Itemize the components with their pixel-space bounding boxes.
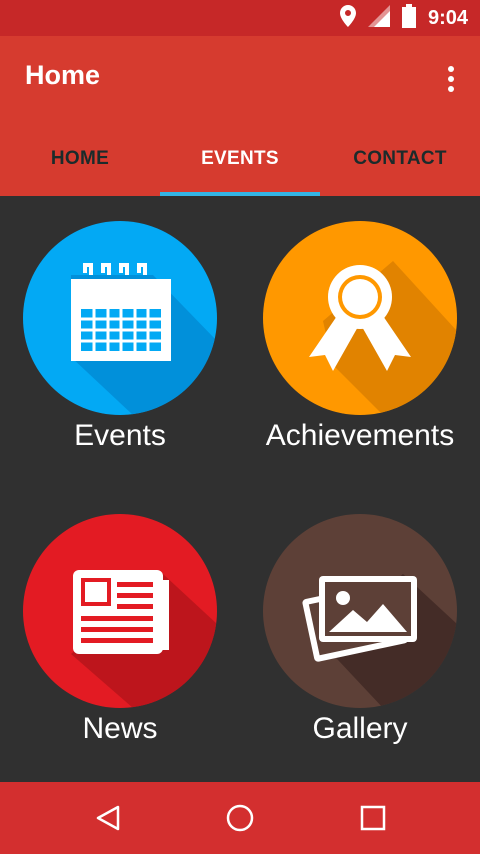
app-bar: Home [0, 36, 480, 122]
nav-bar [0, 782, 480, 854]
more-vert-icon[interactable] [444, 62, 458, 96]
news-tile[interactable]: News [0, 490, 240, 780]
status-time: 9:04 [427, 6, 468, 29]
gallery-label: Gallery [312, 712, 408, 745]
tab-bar: HOME EVENTS CONTACT [0, 122, 480, 196]
achievements-label: Achievements [265, 419, 455, 452]
achievements-tile[interactable]: Achievements [240, 197, 480, 487]
home-icon[interactable] [222, 800, 258, 836]
tab-indicator [160, 192, 320, 196]
gallery-tile[interactable]: Gallery [240, 490, 480, 780]
signal-icon [367, 4, 390, 32]
back-icon[interactable] [90, 800, 126, 836]
newspaper-icon [23, 514, 217, 708]
tab-home-label: HOME [50, 148, 110, 169]
events-tile[interactable]: Events [0, 197, 240, 487]
calendar-icon [23, 221, 217, 415]
battery-icon [401, 3, 416, 33]
tab-contact[interactable]: CONTACT [320, 122, 480, 196]
tab-home[interactable]: HOME [0, 122, 160, 196]
events-label: Events [74, 419, 166, 452]
photos-icon [263, 514, 457, 708]
news-label: News [82, 712, 158, 745]
tab-contact-label: CONTACT [353, 148, 447, 169]
location-icon [339, 4, 356, 32]
recents-icon[interactable] [355, 800, 391, 836]
tab-events[interactable]: EVENTS [160, 122, 320, 196]
tab-events-label: EVENTS [201, 148, 279, 169]
status-bar: 9:04 [0, 0, 480, 36]
status-icons: 9:04 [339, 0, 468, 36]
award-ribbon-icon [263, 221, 457, 415]
page-title: Home [25, 60, 101, 90]
